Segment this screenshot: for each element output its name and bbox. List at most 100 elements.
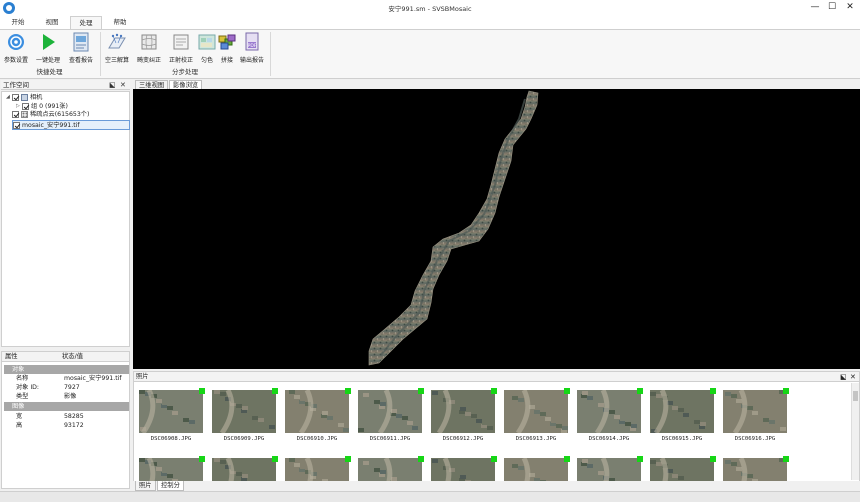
settings-button[interactable]: 参数设置 [3,32,29,64]
photo-filename: DSC06909.JPG [223,436,265,442]
gear-icon [6,32,26,52]
status-flag-icon [783,388,789,394]
mosaic-button[interactable]: 拼接 [217,32,237,64]
vertical-scrollbar[interactable] [851,383,859,480]
prop-row: 高 93172 [16,422,84,429]
tab-view[interactable]: 视图 [38,16,66,29]
status-flag-icon [345,456,351,462]
tree-item-mosaic[interactable]: mosaic_安宁991.tif [12,120,130,130]
photos-header: 照片 ⬕ ✕ [134,372,859,382]
close-icon[interactable]: ✕ [850,372,856,382]
orthorectify-label: 正射校正 [168,57,193,64]
color-balance-label: 匀色 [200,57,213,64]
aerial-triangulation-label: 空三解算 [104,57,129,64]
status-flag-icon [637,456,643,462]
aerial-photo [431,390,495,433]
aerial-photo [212,390,276,433]
checkbox[interactable] [12,93,19,101]
status-flag-icon [491,388,497,394]
view-report-button[interactable]: 查看报告 [67,32,95,64]
tree-item-label: 组 0 (991张) [31,103,68,110]
status-flag-icon [564,388,570,394]
status-flag-icon [272,388,278,394]
distortion-correction-label: 畸变纠正 [136,57,161,64]
mosaic-image [368,90,539,366]
tab-process[interactable]: 处理 [70,16,102,29]
properties-panel: 属性 状态/值 对象 名称 mosaic_安宁991.tif 对象 ID: 7927… [1,351,130,489]
tab-photos[interactable]: 照片 [135,481,156,491]
distortion-correction-button[interactable]: 畸变纠正 [136,32,162,64]
one-click-process-button[interactable]: 一键处理 [35,32,61,64]
tab-help[interactable]: 帮助 [106,16,134,29]
status-flag-icon [199,456,205,462]
photo-filename: DSC06913.JPG [515,436,557,442]
status-flag-icon [418,388,424,394]
status-flag-icon [564,456,570,462]
minimize-button[interactable]: — [808,1,822,13]
orthorectify-button[interactable]: 正射校正 [167,32,195,64]
workspace-title: 工作空间 [3,81,29,89]
property-column-header: 属性 [5,353,18,360]
title-bar: 安宁991.sm - SVSBMosaic — ☐ ✕ [0,0,860,16]
aerial-triangulation-icon [107,32,127,52]
orthorectify-icon [171,32,191,52]
checkbox[interactable] [22,102,29,110]
close-button[interactable]: ✕ [843,1,857,13]
export-report-button[interactable]: PDF 输出报告 [238,32,266,64]
prop-row: 类型 影像 [16,393,77,400]
pin-icon[interactable]: ⬕ [840,372,847,382]
aerial-photo [723,390,787,433]
ribbon-tabs: 开始 视图 处理 帮助 [0,16,860,29]
aerial-photo [650,390,714,433]
close-icon[interactable]: ✕ [120,80,126,90]
play-icon [38,32,58,52]
aerial-photo [577,390,641,433]
aerial-triangulation-button[interactable]: 空三解算 [104,32,130,64]
photos-panel: 照片 ⬕ ✕ DSC06908.JPG DSC06909.JPG DSC06910.… [133,371,860,491]
export-report-icon: PDF [242,32,262,52]
photo-filename: DSC06911.JPG [369,436,411,442]
status-flag-icon [418,456,424,462]
status-flag-icon [491,456,497,462]
color-balance-icon [197,32,217,52]
report-icon [71,32,91,52]
tree-item-label: 相机 [30,94,43,101]
scrollbar-thumb[interactable] [853,391,858,401]
mosaic-label: 拼接 [220,57,233,64]
image-viewer[interactable] [133,89,860,369]
prop-row: 名称 mosaic_安宁991.tif [16,375,122,382]
tree-item-label: mosaic_安宁991.tif [22,122,80,129]
checkbox[interactable] [12,110,19,118]
tree-item-sparse-cloud[interactable]: 稀疏点云(615653个) [12,110,89,120]
view-report-label: 查看报告 [68,57,93,64]
section-object: 对象 [4,365,129,374]
export-report-label: 输出报告 [239,57,264,64]
status-flag-icon [272,456,278,462]
status-bar [0,491,860,502]
settings-label: 参数设置 [3,57,28,64]
pin-icon[interactable]: ⬕ [109,80,116,90]
photos-tabs: 照片 控制分 [133,481,860,491]
tab-control-points[interactable]: 控制分 [157,481,184,491]
photo-filename: DSC06910.JPG [296,436,338,442]
group-separator [270,32,271,76]
aerial-photo [358,390,422,433]
status-flag-icon [710,388,716,394]
checkbox[interactable] [13,121,20,129]
tab-start[interactable]: 开始 [4,16,32,29]
color-balance-button[interactable]: 匀色 [197,32,217,64]
status-flag-icon [710,456,716,462]
prop-row: 宽 58285 [16,413,84,420]
step-group-label: 分步处理 [172,68,198,76]
status-flag-icon [345,388,351,394]
workspace-tree: ◢ 相机 ▷ 组 0 (991张) 稀疏点云(615653个) mosaic_安宁9… [1,91,130,347]
distortion-icon [139,32,159,52]
status-flag-icon [637,388,643,394]
maximize-button[interactable]: ☐ [825,1,839,13]
photos-title: 照片 [136,373,149,380]
photo-filename: DSC06914.JPG [588,436,630,442]
point-cloud-icon [21,110,28,118]
photo-filename: DSC06915.JPG [661,436,703,442]
photo-filename: DSC06912.JPG [442,436,484,442]
workspace-header: 工作空间 ⬕ ✕ [1,80,130,90]
